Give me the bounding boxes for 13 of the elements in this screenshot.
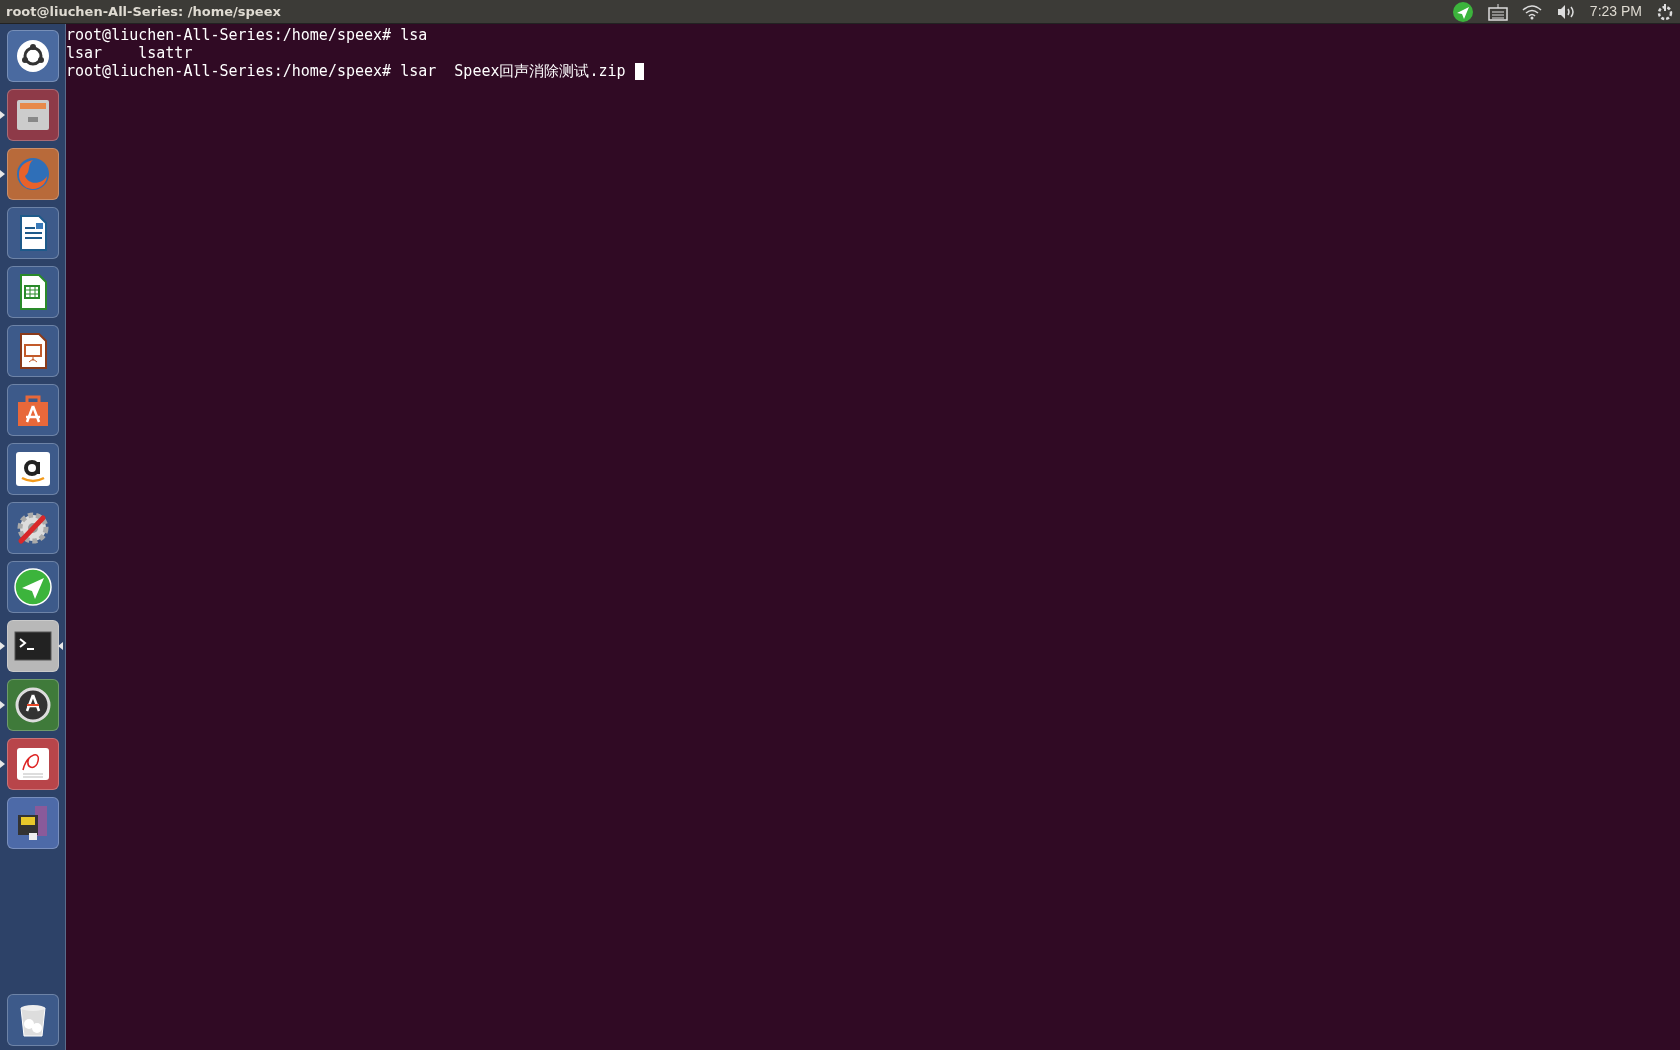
clock[interactable]: 7:23 PM [1589, 1, 1642, 22]
terminal-line: root@liuchen-All-Series:/home/speex# lsa [66, 26, 428, 44]
paper-plane-icon[interactable] [1451, 0, 1474, 23]
trash-button[interactable] [6, 994, 59, 1046]
speaker-volume-icon[interactable] [1555, 3, 1576, 20]
terminal-line: lsar lsattr [66, 44, 193, 62]
focus-indicator-icon [58, 641, 63, 650]
paper-plane-icon [12, 566, 53, 607]
terminal-line: root@liuchen-All-Series:/home/speex# lsar Speex回声消除测试.zip [66, 62, 627, 80]
keyboard-icon[interactable] [1487, 2, 1508, 21]
wifi-icon[interactable] [1521, 3, 1542, 20]
window-title: root@liuchen-All-Series: /home/speex [6, 2, 281, 21]
power-gear-icon[interactable] [1656, 2, 1674, 21]
